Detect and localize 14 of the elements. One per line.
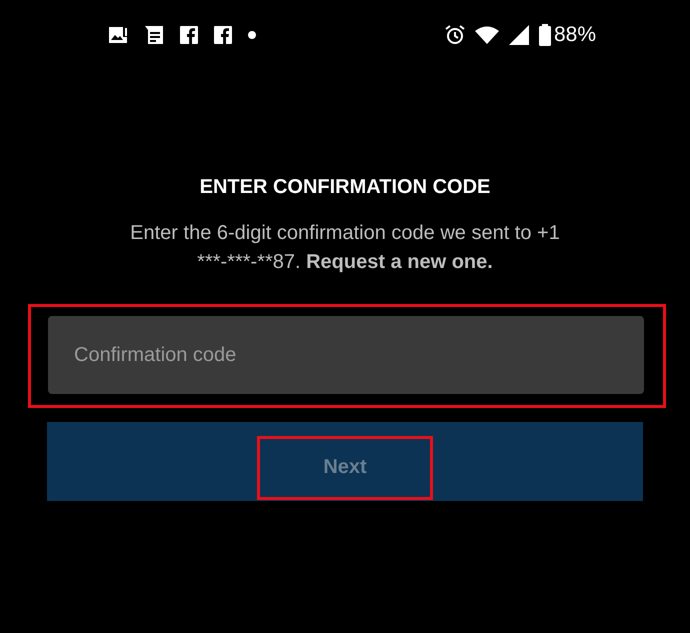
battery-icon: [538, 24, 551, 46]
facebook-icon: [180, 26, 198, 44]
battery-percentage: 88%: [554, 23, 596, 47]
request-link[interactable]: Request a new one.: [306, 251, 493, 273]
page-title: ENTER CONFIRMATION CODE: [198, 176, 492, 199]
instruction-text: Enter the 6-digit confirmation code we sent to +1 ***-***-**87. Request a new one.: [129, 221, 561, 275]
notification-dot-icon: [248, 31, 256, 39]
message-icon: [144, 25, 164, 45]
facebook-icon: [214, 26, 232, 44]
confirmation-code-field[interactable]: Confirmation code: [48, 316, 644, 394]
wifi-icon: [474, 26, 499, 44]
alarm-icon: [444, 25, 465, 45]
image-alert-icon: [108, 26, 128, 44]
signal-icon: [508, 25, 529, 45]
